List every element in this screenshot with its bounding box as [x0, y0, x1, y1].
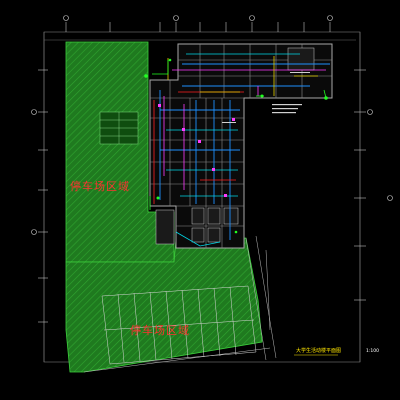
drawing-scale: 1:100	[366, 348, 379, 354]
zone-label-upper: 停车场区域	[70, 179, 130, 193]
cad-floor-plan: 停车场区域 停车场区域 大学生活动楼平面图 1:100	[0, 0, 400, 400]
drawing-title: 大学生活动楼平面图	[296, 347, 341, 354]
zone-label-lower: 停车场区域	[130, 323, 190, 337]
